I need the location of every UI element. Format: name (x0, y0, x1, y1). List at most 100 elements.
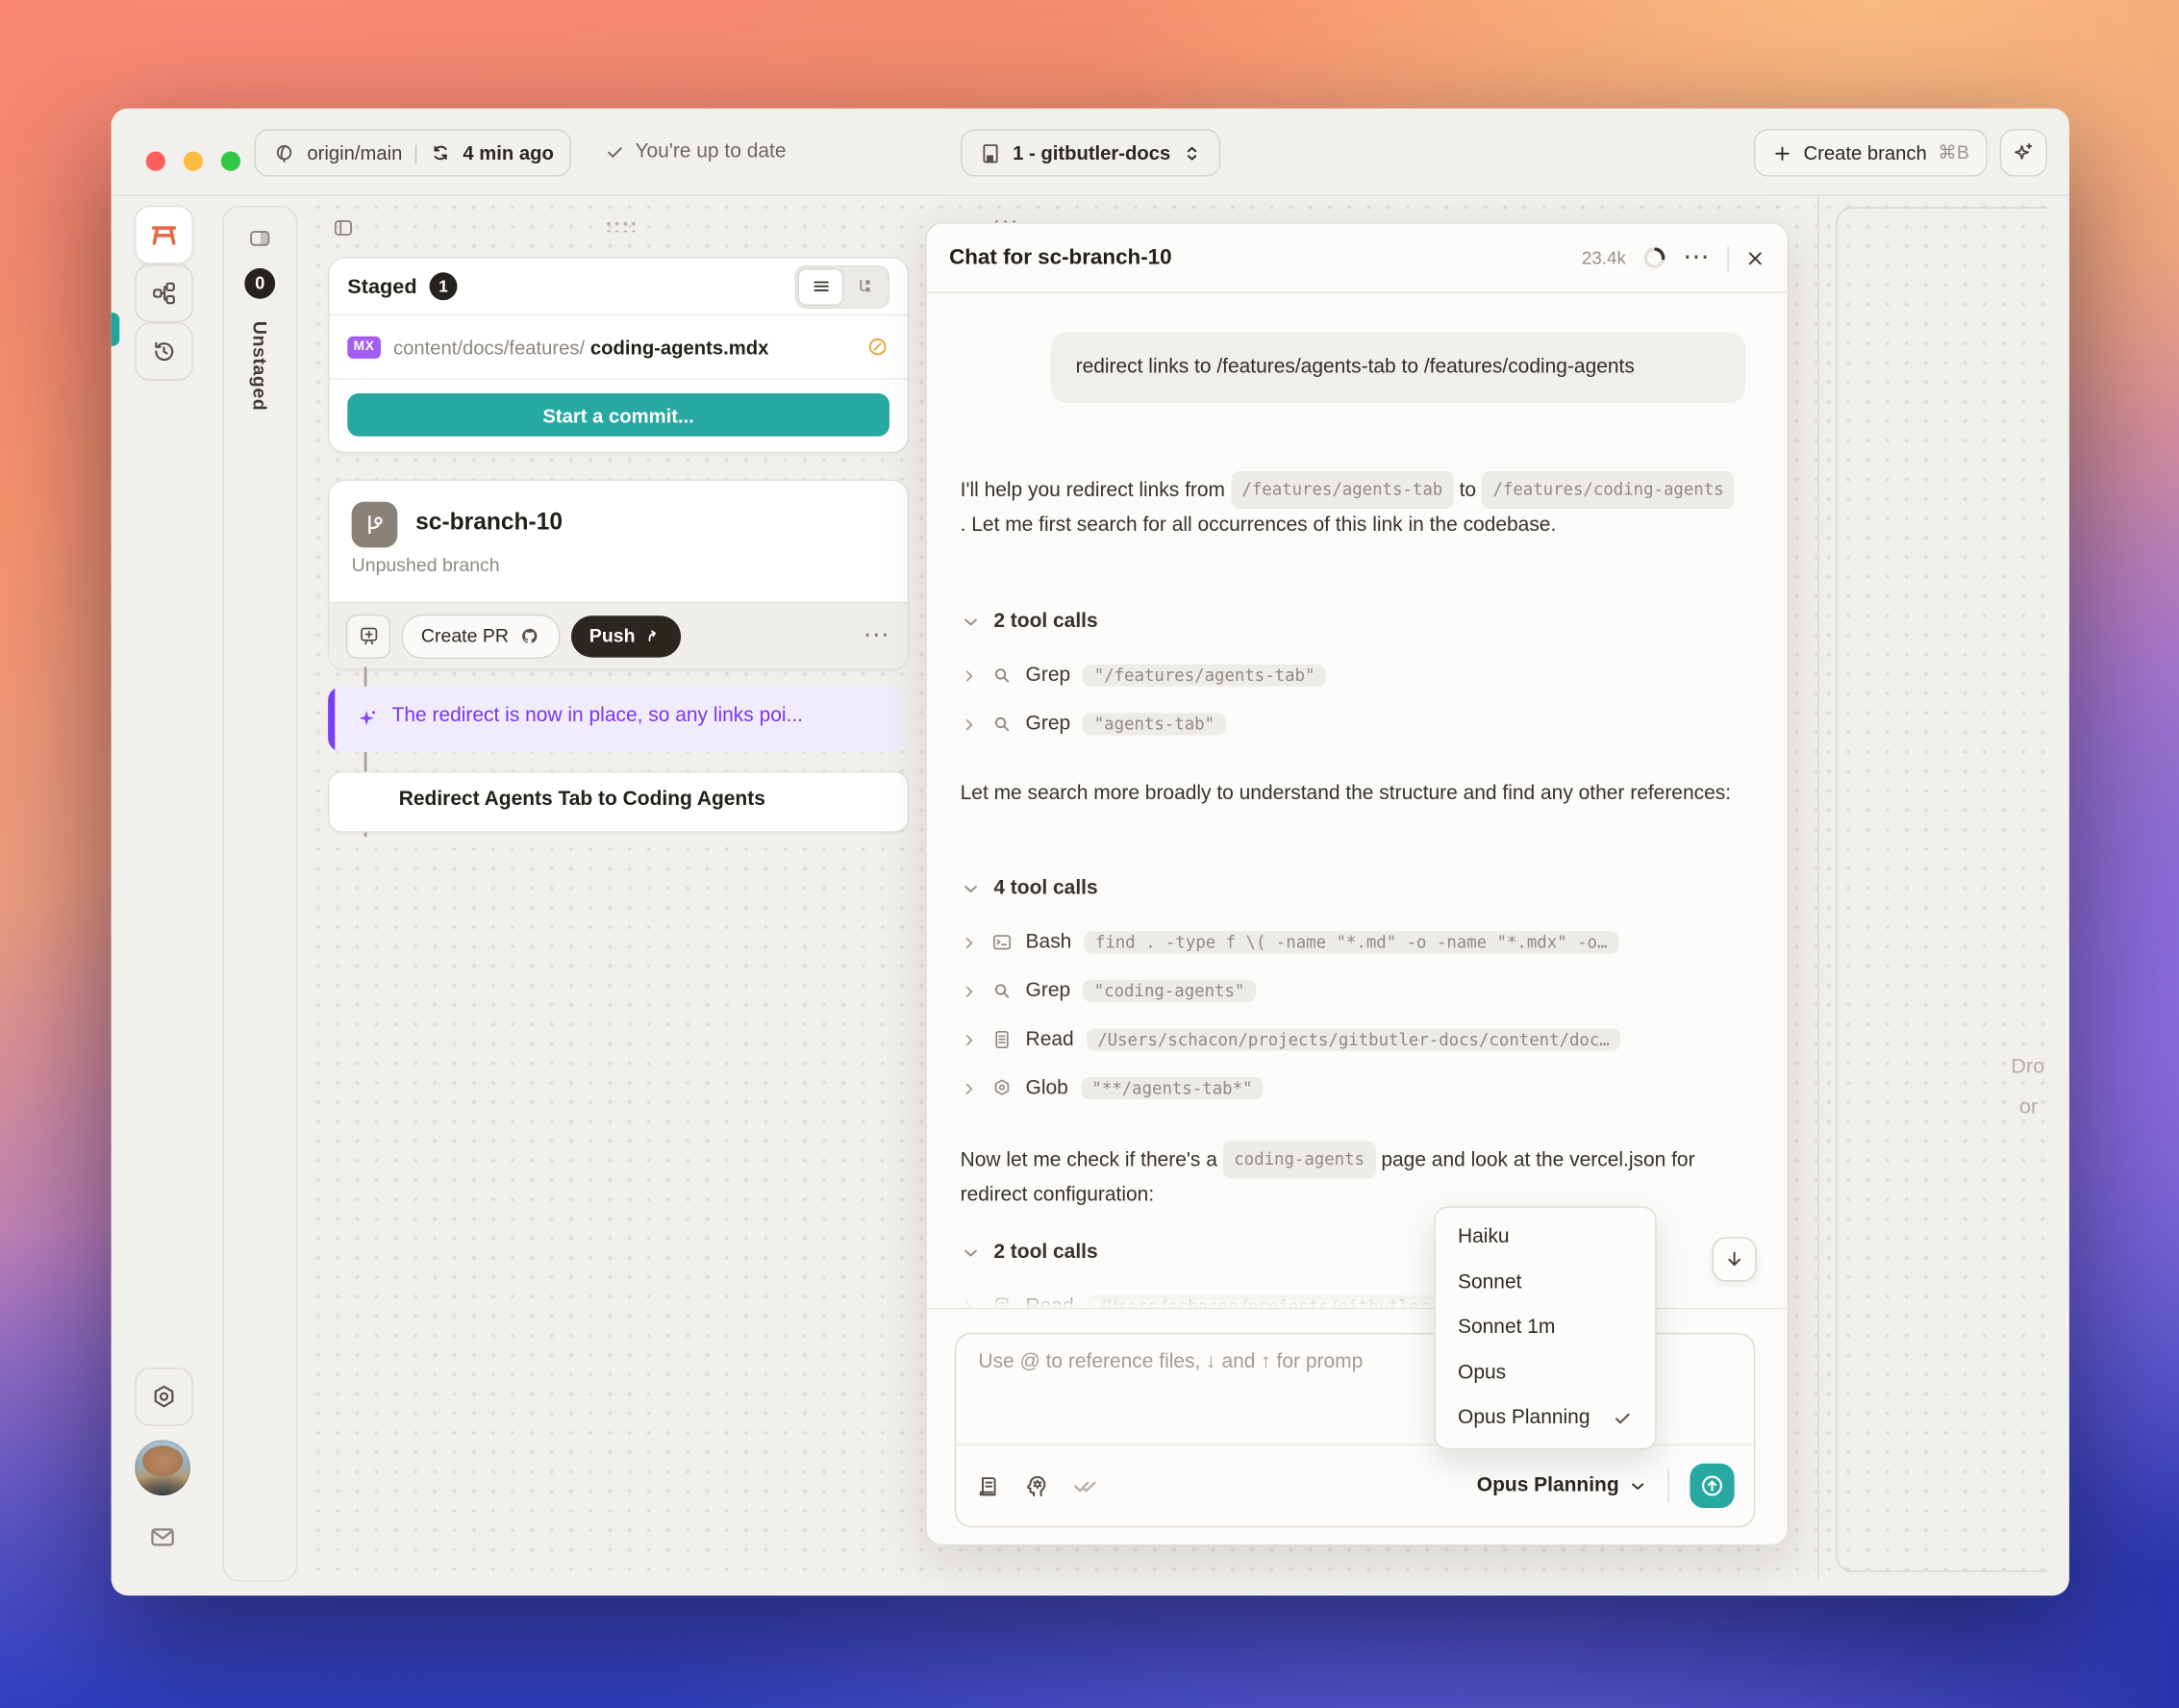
view-toggle (794, 264, 889, 309)
arrow-down-icon (1728, 1251, 1741, 1267)
traffic-light-minimize[interactable] (183, 151, 203, 171)
tool-call-row[interactable]: Grep "agents-tab" (961, 706, 1226, 742)
scroll-to-bottom-button[interactable] (1712, 1237, 1757, 1282)
remote-status-pill[interactable]: origin/main | 4 min ago (254, 129, 572, 177)
sync-icon (430, 141, 452, 163)
ai-summary-row[interactable]: The redirect is now in place, so any lin… (328, 686, 907, 752)
chevron-right-icon (965, 718, 973, 730)
up-to-date-status: You're up to date (605, 129, 787, 173)
tool-group-header[interactable]: 2 tool calls (961, 610, 1098, 633)
settings-button[interactable] (135, 1368, 193, 1426)
updown-chevron-icon (1182, 142, 1203, 163)
ai-actions-button[interactable] (1999, 129, 2047, 177)
hexagon-target-icon (994, 1079, 1010, 1095)
chevron-right-icon (965, 937, 973, 948)
unstaged-panel-collapsed[interactable]: 0 Unstaged (222, 205, 298, 1582)
branch-menu-button[interactable]: ⋯ (863, 622, 890, 648)
sparkle-icon (356, 708, 380, 732)
chat-scroll-area[interactable]: redirect links to /features/agents-tab t… (927, 293, 1788, 1308)
sparkle-plus-icon (2011, 140, 2036, 165)
branch-status: Unpushed branch (351, 554, 500, 576)
unstaged-label: Unstaged (249, 320, 271, 412)
tool-call-row[interactable]: Bash find . -type f \( -name "*.md" -o -… (961, 924, 1618, 961)
push-button[interactable]: Push (571, 615, 682, 657)
ai-accent-bar (328, 686, 336, 752)
search-icon (994, 984, 1010, 998)
sidebar-item-workspace[interactable] (135, 205, 193, 264)
token-count: 23.4k (1581, 247, 1626, 268)
github-icon (518, 625, 540, 647)
collapse-lane-icon[interactable] (331, 215, 356, 240)
staged-count-badge: 1 (429, 272, 458, 301)
user-message: redirect links to /features/agents-tab t… (1050, 332, 1746, 404)
start-commit-button[interactable]: Start a commit... (347, 392, 889, 437)
lane-drag-handle[interactable] (604, 219, 636, 233)
tool-call-row[interactable]: Read /Users/schacon/projects/gitbutler-d… (961, 1021, 1621, 1058)
tree-view-button[interactable] (843, 267, 887, 305)
agent-brain-icon[interactable] (1023, 1471, 1051, 1499)
drop-hint-line1: Dro (2011, 1054, 2045, 1079)
create-branch-button[interactable]: Create branch ⌘B (1753, 129, 1988, 177)
user-avatar[interactable] (135, 1440, 190, 1496)
terminal-icon (992, 935, 1011, 950)
chevron-down-icon (964, 885, 977, 892)
staged-file-row[interactable]: MX content/docs/features/ coding-agents.… (330, 315, 908, 378)
branches-icon (150, 279, 178, 307)
assistant-message: Let me search more broadly to understand… (960, 782, 1732, 805)
search-icon (994, 668, 1010, 683)
chat-menu-button[interactable]: ⋯ (1683, 244, 1711, 270)
model-option-opus[interactable]: Opus (1436, 1350, 1655, 1395)
document-icon (995, 1031, 1009, 1049)
double-check-icon[interactable] (1071, 1471, 1099, 1499)
tool-call-row[interactable]: Glob "**/agents-tab*" (961, 1070, 1265, 1107)
add-dependent-branch-button[interactable] (345, 614, 391, 659)
create-pr-button[interactable]: Create PR (401, 614, 561, 659)
new-branch-drop-lane[interactable]: Dro or (1817, 197, 2047, 1579)
traffic-light-zoom[interactable] (220, 151, 241, 171)
model-option-haiku[interactable]: Haiku (1436, 1215, 1655, 1260)
sidebar-item-branches[interactable] (135, 264, 193, 323)
tool-call-row[interactable]: Grep "coding-agents" (961, 973, 1256, 1010)
model-option-sonnet-1m[interactable]: Sonnet 1m (1436, 1305, 1655, 1350)
model-option-sonnet[interactable]: Sonnet (1436, 1260, 1655, 1305)
branch-icon (351, 501, 398, 548)
desktop: origin/main | 4 min ago You're up to dat… (0, 0, 2179, 1708)
remote-label: origin/main (307, 141, 403, 164)
file-directory: content/docs/features/ (392, 336, 586, 359)
history-icon (150, 338, 178, 365)
send-button[interactable] (1690, 1463, 1735, 1509)
chevron-right-icon (965, 1083, 973, 1094)
check-icon (605, 141, 626, 163)
titlebar: origin/main | 4 min ago You're up to dat… (111, 109, 2069, 196)
branch-name[interactable]: sc-branch-10 (415, 509, 563, 537)
drop-zone-outline (1836, 207, 2047, 1572)
send-up-icon (1702, 1475, 1722, 1496)
chevron-right-icon (965, 1034, 973, 1045)
model-option-opus-planning[interactable]: Opus Planning (1436, 1395, 1655, 1441)
gear-icon (150, 1383, 178, 1411)
list-view-button[interactable] (797, 267, 844, 306)
chevron-down-icon (1632, 1482, 1644, 1490)
traffic-light-close[interactable] (145, 151, 165, 171)
staged-title: Staged (347, 274, 417, 298)
project-selector[interactable]: 1 - gitbutler-docs (960, 129, 1221, 177)
sidebar-item-history[interactable] (135, 322, 193, 381)
graph-line (363, 751, 367, 772)
panel-expand-icon[interactable] (247, 225, 273, 251)
tool-call-row[interactable]: Grep "/features/agents-tab" (961, 658, 1327, 694)
model-selector[interactable]: Opus Planning (1477, 1474, 1647, 1496)
tool-group-header[interactable]: 4 tool calls (961, 877, 1098, 899)
push-up-icon (643, 626, 663, 645)
context-progress-ring (1642, 246, 1666, 270)
commit-row[interactable]: Redirect Agents Tab to Coding Agents (328, 771, 910, 833)
app-window: origin/main | 4 min ago You're up to dat… (111, 108, 2069, 1596)
file-name: coding-agents.mdx (589, 336, 769, 359)
close-icon[interactable] (1745, 248, 1765, 267)
feedback-button[interactable] (135, 1509, 190, 1565)
prompt-templates-icon[interactable] (976, 1472, 1002, 1498)
commit-title: Redirect Agents Tab to Coding Agents (398, 788, 765, 811)
tool-group-header[interactable]: 2 tool calls (961, 1242, 1098, 1264)
check-icon (1612, 1408, 1633, 1429)
mdx-file-icon: MX (347, 336, 381, 359)
drop-hint-line2: or (2018, 1094, 2039, 1119)
